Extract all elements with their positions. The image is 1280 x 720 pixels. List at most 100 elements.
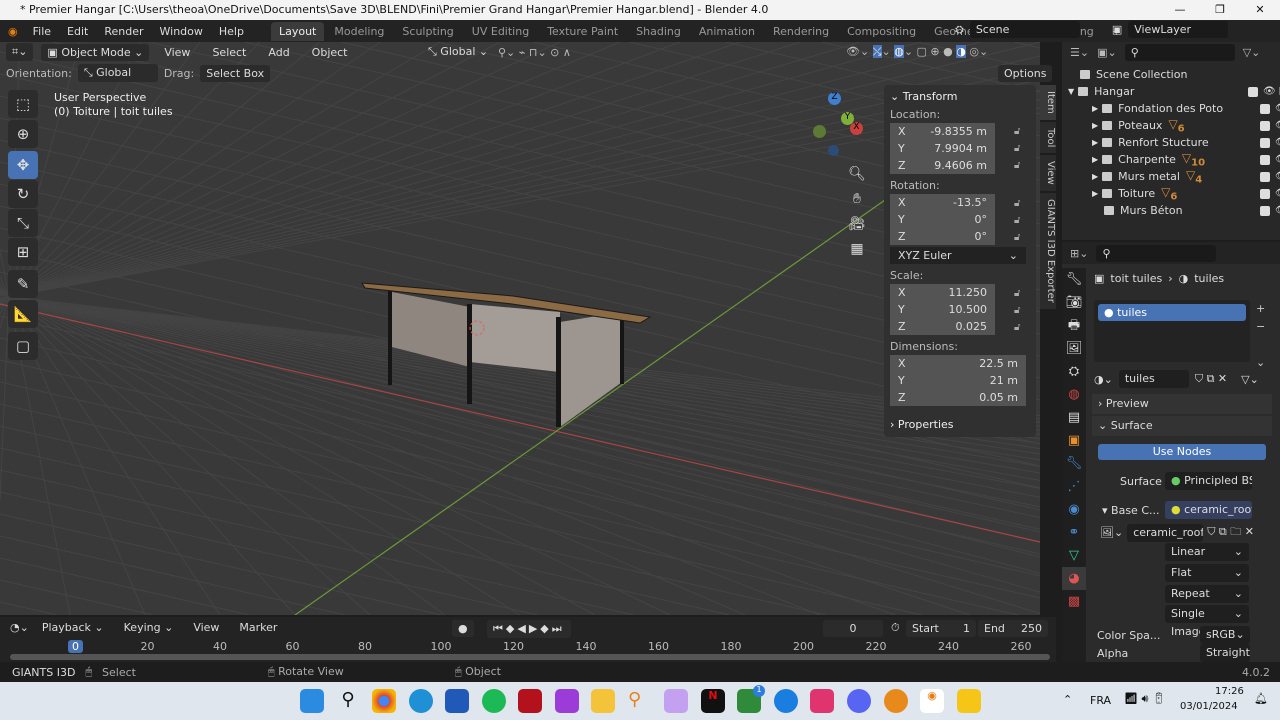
eye-icon[interactable]: 👁︎ [1275,205,1280,216]
clock-date[interactable]: 03/01/2024 [1180,701,1238,712]
eye-icon[interactable]: 👁︎ [1275,137,1280,148]
annotate-tool-icon[interactable]: ✎ [8,270,38,298]
navigation-gizmo[interactable]: Z Y X [803,92,868,157]
expand-arrow-icon[interactable]: ▶ [1092,104,1098,113]
dimensions-z[interactable]: Z 0.05 m [890,389,1026,406]
menu-playback[interactable]: Playback ⌄ [35,619,111,636]
blender-taskbar-icon[interactable]: ◉ [920,689,944,713]
scene-tab-icon[interactable]: ⛭ [1062,360,1086,383]
clock-time[interactable]: 17:26 [1215,686,1244,697]
data-tab-icon[interactable]: ▽ [1062,544,1086,567]
world-tab-icon[interactable]: ◍ [1062,383,1086,406]
menu-edit[interactable]: Edit [60,23,95,40]
particles-tab-icon[interactable]: ⋰ [1062,475,1086,498]
properties-panel-header[interactable]: › Properties [890,418,1030,431]
base-color-label[interactable]: ▾ Base C... [1102,504,1159,517]
menu-help[interactable]: Help [212,23,251,40]
texture-tab-icon[interactable]: ▩ [1062,590,1086,613]
spotify-icon[interactable] [482,689,506,713]
tab-compositing[interactable]: Compositing [839,22,924,41]
editor-type-icon[interactable]: ⊞⌄ [1070,247,1088,260]
camera-icon[interactable]: 🎥︎ [847,212,867,237]
outliner-search[interactable]: ⚲ [1124,43,1235,61]
exclude-checkbox[interactable] [1260,120,1270,131]
alpha-dropdown[interactable]: Straight [1200,644,1250,662]
expand-arrow-icon[interactable]: ▶ [1092,138,1098,147]
visibility-overlay-icons[interactable]: 👁︎⌄ ⤯⌄ ◍⌄ ▢ ⊕ ● ◑ ◎⌄ [846,45,988,59]
xbox-icon[interactable]: 1 [737,685,765,713]
gizmo-z[interactable]: Z [828,92,841,105]
render-tab-icon[interactable]: 📷︎ [1062,291,1086,314]
transform-header[interactable]: ⌄ Transform [890,85,1030,103]
editor-type-icon[interactable]: ◔⌄ [10,621,29,634]
search-app-icon[interactable]: ⚲ [628,689,652,713]
scale-tool-icon[interactable]: ⤡ [8,209,38,237]
pan-hand-icon[interactable]: ✋︎ [847,187,867,212]
tab-giants-exporter[interactable]: GIANTS I3D Exporter [1040,192,1056,309]
rotation-x[interactable]: X -13.5° [890,194,995,211]
output-tab-icon[interactable]: 🖶 [1062,314,1086,337]
menu-timeline-view[interactable]: View [186,619,226,636]
preview-panel-header[interactable]: › Preview [1092,394,1272,414]
mode-selector[interactable]: ▣ Object Mode ⌄ [41,43,150,61]
tab-rendering[interactable]: Rendering [765,22,837,41]
menu-select[interactable]: Select [205,44,253,61]
app-icon[interactable] [957,689,981,713]
network-volume-battery-icons[interactable]: 📶︎ 🔊︎ 🔋︎ [1124,692,1166,706]
image-name-field[interactable]: ceramic_roof... [1127,523,1204,542]
start-frame-field[interactable]: Start 1 [906,620,976,637]
outliner-item[interactable]: ▶Murs metal▽4👁︎📷︎ [1092,168,1280,185]
tool-tab-icon[interactable]: 🔧︎ [1062,268,1086,291]
fl-studio-icon[interactable] [884,689,908,713]
scale-z[interactable]: Z 0.025 [890,318,995,335]
dimensions-y[interactable]: Y 21 m [890,372,1026,389]
transform-tool-icon[interactable]: ⊞ [8,238,38,266]
extension-dropdown[interactable]: Repeat ⌄ [1165,585,1249,603]
slot-buttons[interactable]: + − ⌄ [1256,300,1265,372]
tab-texture-paint[interactable]: Texture Paint [539,22,626,41]
scale-y[interactable]: Y 10.500 [890,301,995,318]
outliner-scene-collection[interactable]: Scene Collection [1080,66,1280,83]
expand-arrow-icon[interactable]: ▶ [1092,189,1098,198]
chrome-icon[interactable] [372,689,396,713]
gizmo-x[interactable]: X [850,122,863,135]
display-mode-icon[interactable]: ☰⌄ [1070,46,1089,59]
battlenet-icon[interactable] [774,689,798,713]
tab-item[interactable]: Item [1040,85,1056,120]
menu-add[interactable]: Add [261,44,296,61]
timeline-scrollbar[interactable] [10,654,1050,660]
tab-uv-editing[interactable]: UV Editing [464,22,537,41]
menu-marker[interactable]: Marker [232,619,284,636]
rotation-mode-dropdown[interactable]: XYZ Euler ⌄ [890,247,1026,264]
collection-tab-icon[interactable]: ▤ [1062,406,1086,429]
physics-tab-icon[interactable]: ◉ [1062,498,1086,521]
filter-view-icon[interactable]: ▣⌄ [1097,46,1117,59]
modifier-tab-icon[interactable]: 🔧︎ [1062,452,1086,475]
outliner-item[interactable]: ▶Charpente▽10👁︎📷︎ [1092,151,1280,168]
scene-selector[interactable]: Scene [969,21,1080,38]
tab-sculpting[interactable]: Sculpting [394,22,461,41]
material-name-field[interactable]: tuiles [1118,370,1189,388]
use-nodes-button[interactable]: Use Nodes [1098,444,1266,460]
store-icon[interactable] [445,689,469,713]
zoom-icon[interactable]: 🔍︎ [847,162,867,187]
outliner-item[interactable]: Murs Béton👁︎📷︎ [1092,202,1280,219]
exclude-checkbox[interactable] [1260,188,1270,199]
stopwatch-icon[interactable]: ⏱ [891,621,900,635]
lock-icon[interactable]: 🔓︎ [1014,232,1020,243]
expand-arrow-icon[interactable]: ▶ [1092,121,1098,130]
filter-icon[interactable]: ▽⌄ [1243,46,1261,59]
material-tab-icon[interactable]: ◕ [1062,567,1086,590]
app-icon[interactable] [518,689,542,713]
gizmo-neg-z[interactable] [828,145,839,156]
notification-icon[interactable]: 🔔︎ [1254,692,1268,705]
exclude-checkbox[interactable] [1260,103,1270,114]
menu-render[interactable]: Render [97,23,150,40]
fake-user-icon[interactable]: ⛉ ⧉ ✕ [1195,372,1227,386]
lock-icon[interactable]: 🔓︎ [1014,198,1020,209]
expand-arrow-icon[interactable]: ▶ [1092,155,1098,164]
image-browse-icon[interactable]: 🖼︎⌄ [1100,526,1123,539]
outliner-item[interactable]: ▶Fondation des Poto👁︎📷︎ [1092,100,1280,117]
frame-ruler[interactable]: 0 20 40 60 80 100 120 140 160 180 200 220 240 260 [0,638,1056,653]
outliner-item[interactable]: ▶Renfort Stucture👁︎📷︎ [1092,134,1280,151]
